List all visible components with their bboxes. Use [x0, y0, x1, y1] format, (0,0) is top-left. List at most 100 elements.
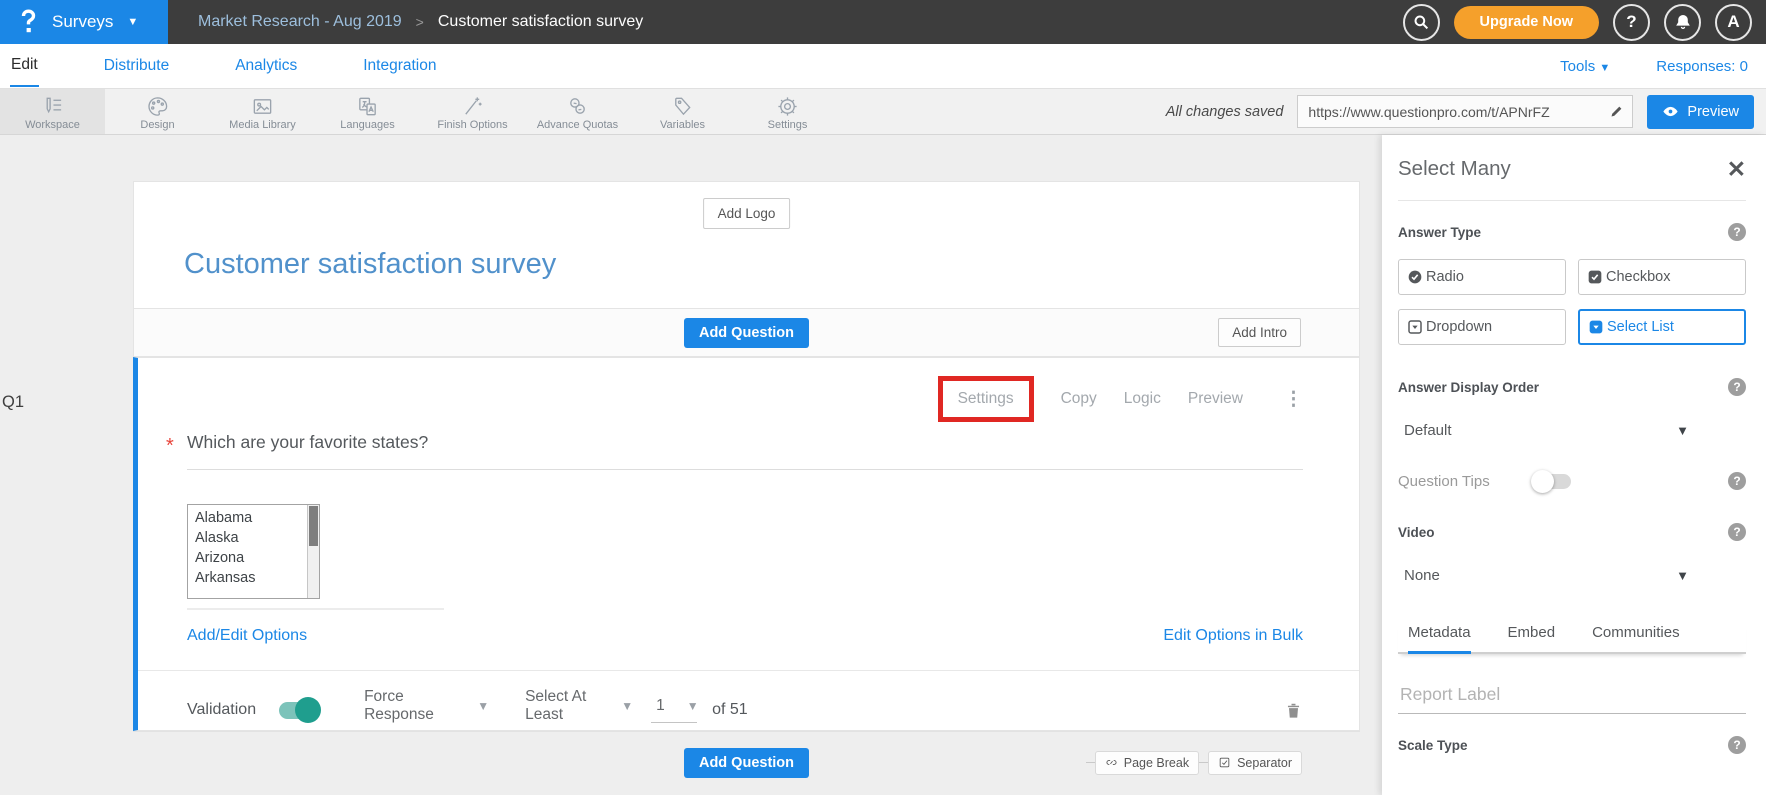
- question-tips-label: Question Tips: [1398, 473, 1533, 490]
- question-logic-button[interactable]: Logic: [1124, 390, 1161, 408]
- question-number: Q1: [2, 393, 24, 412]
- validation-type-select[interactable]: Force Response ▼: [359, 688, 494, 732]
- add-question-button-bottom[interactable]: Add Question: [684, 748, 809, 778]
- gear-icon: [776, 94, 799, 118]
- toolbar-item-variables[interactable]: Variables: [630, 89, 735, 134]
- breadcrumb: Market Research - Aug 2019 > Customer sa…: [168, 13, 643, 31]
- report-label-input[interactable]: [1398, 680, 1746, 714]
- add-intro-button[interactable]: Add Intro: [1218, 318, 1301, 347]
- delete-question-button[interactable]: [1284, 701, 1303, 720]
- eye-icon: [1662, 103, 1679, 120]
- avatar[interactable]: A: [1715, 4, 1752, 41]
- add-question-strip: Add Question Add Intro: [133, 309, 1360, 357]
- page-break-button[interactable]: Page Break: [1095, 751, 1199, 775]
- chain-links-icon: [566, 94, 589, 118]
- more-options-icon[interactable]: ⋮: [1284, 388, 1303, 411]
- question-text-row: * Which are your favorite states?: [138, 416, 1359, 470]
- listbox-scrollbar[interactable]: [307, 505, 319, 598]
- survey-title[interactable]: Customer satisfaction survey: [184, 248, 556, 281]
- toolbar-item-label: Settings: [768, 119, 808, 131]
- answer-type-select-list[interactable]: Select List: [1578, 309, 1746, 345]
- question-settings-button[interactable]: Settings: [938, 376, 1034, 422]
- tab-edit[interactable]: Edit: [10, 45, 39, 87]
- question-tips-toggle[interactable]: [1533, 474, 1571, 489]
- toolbar-item-settings[interactable]: Settings: [735, 89, 840, 134]
- answer-select-list[interactable]: Alabama Alaska Arizona Arkansas: [187, 504, 320, 599]
- toolbar-right: All changes saved Preview: [1166, 89, 1766, 134]
- search-button[interactable]: [1403, 4, 1440, 41]
- help-icon[interactable]: ?: [1728, 378, 1746, 396]
- checkbox-icon: [1587, 269, 1603, 285]
- help-icon[interactable]: ?: [1728, 472, 1746, 490]
- validation-rule-select[interactable]: Select At Least ▼: [520, 688, 638, 732]
- tools-menu[interactable]: Tools ▼: [1560, 58, 1610, 75]
- magic-wand-icon: [461, 94, 484, 118]
- edit-toolbar: Workspace Design Media Library Languages…: [0, 88, 1766, 135]
- list-item[interactable]: Alaska: [195, 528, 307, 548]
- scrollbar-thumb[interactable]: [309, 506, 318, 546]
- list-item[interactable]: Arkansas: [195, 568, 307, 588]
- chevron-down-icon: ▼: [621, 699, 633, 713]
- tab-distribute[interactable]: Distribute: [103, 46, 170, 86]
- add-question-button-top[interactable]: Add Question: [684, 318, 809, 348]
- answer-type-label: Answer Type: [1398, 225, 1481, 240]
- toolbar-item-advance-quotas[interactable]: Advance Quotas: [525, 89, 630, 134]
- chevron-down-icon: ▼: [687, 699, 699, 713]
- upgrade-now-button[interactable]: Upgrade Now: [1454, 6, 1599, 39]
- notifications-button[interactable]: [1664, 4, 1701, 41]
- preview-button[interactable]: Preview: [1647, 95, 1754, 129]
- edit-url-pencil-icon[interactable]: [1609, 104, 1632, 119]
- trash-icon: [1284, 701, 1303, 720]
- tab-communities[interactable]: Communities: [1592, 624, 1680, 652]
- required-asterisk: *: [166, 432, 187, 458]
- close-icon[interactable]: ✕: [1727, 161, 1746, 177]
- help-button[interactable]: ?: [1613, 4, 1650, 41]
- of-total-label: of 51: [712, 701, 748, 719]
- answer-display-order-header: Answer Display Order ?: [1398, 378, 1746, 396]
- surveys-menu[interactable]: Surveys ▼: [0, 0, 168, 44]
- tab-embed[interactable]: Embed: [1508, 624, 1556, 652]
- survey-url-input[interactable]: [1298, 104, 1609, 120]
- tab-analytics[interactable]: Analytics: [234, 46, 298, 86]
- help-icon[interactable]: ?: [1728, 736, 1746, 754]
- tab-integration[interactable]: Integration: [362, 46, 437, 86]
- validation-toggle[interactable]: [279, 702, 319, 719]
- help-icon[interactable]: ?: [1728, 223, 1746, 241]
- dropdown-icon: [1407, 319, 1423, 335]
- answer-type-radio[interactable]: Radio: [1398, 259, 1566, 295]
- option-links-row: Add/Edit Options Edit Options in Bulk: [187, 627, 1303, 645]
- add-edit-options-link[interactable]: Add/Edit Options: [187, 627, 307, 645]
- separator-button[interactable]: Separator: [1208, 751, 1302, 775]
- answer-type-dropdown[interactable]: Dropdown: [1398, 309, 1566, 345]
- validation-count-select[interactable]: 1 ▼: [651, 697, 697, 723]
- toolbar-item-languages[interactable]: Languages: [315, 89, 420, 134]
- scale-type-header: Scale Type ?: [1398, 736, 1746, 754]
- answer-type-checkbox[interactable]: Checkbox: [1578, 259, 1746, 295]
- panel-header: Select Many ✕: [1398, 135, 1746, 181]
- responses-count: Responses: 0: [1656, 58, 1748, 75]
- toolbar-item-design[interactable]: Design: [105, 89, 210, 134]
- add-logo-button[interactable]: Add Logo: [703, 198, 791, 229]
- list-item[interactable]: Alabama: [195, 508, 307, 528]
- breadcrumb-folder[interactable]: Market Research - Aug 2019: [198, 13, 402, 31]
- help-icon[interactable]: ?: [1728, 523, 1746, 541]
- question-text[interactable]: Which are your favorite states?: [187, 432, 1303, 453]
- list-item[interactable]: Arizona: [195, 548, 307, 568]
- edit-options-in-bulk-link[interactable]: Edit Options in Bulk: [1163, 627, 1303, 645]
- search-icon: [1412, 13, 1430, 31]
- toolbar-item-label: Media Library: [229, 119, 296, 131]
- question-copy-button[interactable]: Copy: [1061, 390, 1097, 408]
- nav-right: Tools ▼ Responses: 0: [1560, 58, 1748, 75]
- select-list-options: Alabama Alaska Arizona Arkansas: [188, 505, 307, 598]
- video-select[interactable]: None ▼: [1404, 567, 1689, 584]
- toolbar-item-label: Languages: [340, 119, 394, 131]
- answer-display-order-select[interactable]: Default ▼: [1404, 422, 1689, 439]
- toolbar-item-workspace[interactable]: Workspace: [0, 89, 105, 134]
- question-text-field[interactable]: Which are your favorite states?: [187, 432, 1303, 470]
- question-settings-panel: Select Many ✕ Answer Type ? Radio Checkb…: [1382, 135, 1766, 795]
- question-preview-button[interactable]: Preview: [1188, 390, 1243, 408]
- toolbar-item-media-library[interactable]: Media Library: [210, 89, 315, 134]
- tab-metadata[interactable]: Metadata: [1408, 624, 1471, 654]
- surveys-label: Surveys: [52, 12, 113, 32]
- toolbar-item-finish-options[interactable]: Finish Options: [420, 89, 525, 134]
